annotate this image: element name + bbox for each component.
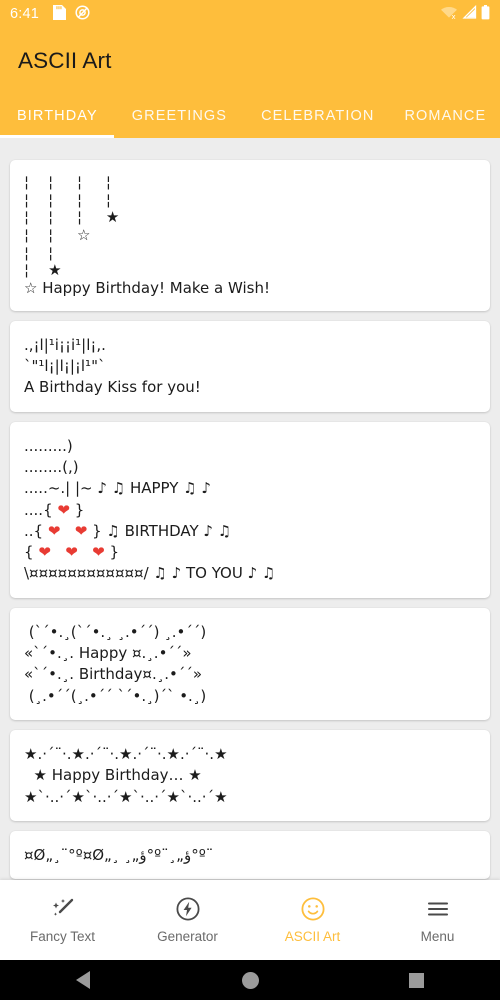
bottom-navigation: Fancy Text Generator ASCII Art Menu — [0, 880, 500, 960]
do-not-disturb-icon — [75, 5, 90, 23]
status-bar-clock: 6:41 — [10, 6, 40, 22]
ascii-art-text: ★.·´¨·.★.·´¨·.★.·´¨·.★.·´¨·.★ ★ Happy Bi… — [24, 744, 228, 806]
system-home-button[interactable] — [167, 971, 334, 989]
back-triangle-icon — [76, 971, 91, 989]
cellular-signal-icon — [462, 4, 477, 23]
svg-text:x: x — [452, 13, 456, 20]
tab-romance[interactable]: ROMANCE — [404, 108, 486, 138]
ascii-art-card-heart-cake[interactable]: .........) ........(,) .....~.| |~ ♪ ♫ H… — [10, 421, 490, 598]
ascii-art-card-birthday-kiss[interactable]: .,¡l|¹i¡¡i¹|l¡,. `"¹l¡|l¡|¡l¹"` A Birthd… — [10, 320, 490, 412]
nav-item-menu[interactable]: Menu — [375, 896, 500, 944]
nav-label: Fancy Text — [29, 929, 96, 944]
magic-wand-icon — [50, 896, 76, 922]
ascii-art-list[interactable]: ¦ ¦ ¦ ¦ ¦ ¦ ¦ ¦ ¦ ¦ ¦ ★ ¦ ¦ ☆ ¦ ¦ ¦ ★ ☆ … — [0, 152, 500, 880]
tab-bar: BIRTHDAY GREETINGS CELEBRATION ROMANCE — [0, 92, 500, 138]
home-circle-icon — [241, 971, 259, 989]
system-back-button[interactable] — [0, 971, 167, 989]
lightning-circle-icon — [175, 896, 201, 922]
ascii-art-text: .........) ........(,) .....~.| |~ ♪ ♫ H… — [24, 436, 276, 583]
recents-square-icon — [409, 972, 425, 988]
nav-label: Generator — [157, 929, 218, 944]
ascii-art-card-hanging-stars[interactable]: ¦ ¦ ¦ ¦ ¦ ¦ ¦ ¦ ¦ ¦ ¦ ★ ¦ ¦ ☆ ¦ ¦ ¦ ★ ☆ … — [10, 160, 490, 311]
tab-birthday[interactable]: BIRTHDAY — [17, 108, 98, 138]
ascii-art-text: ¤Ø„¸¨°º¤Ø„¸ ¸„ؤ°º¨¸„ؤ°º¨ — [24, 845, 214, 864]
tab-active-indicator — [0, 135, 114, 138]
nav-item-fancy-text[interactable]: Fancy Text — [0, 896, 125, 944]
ascii-art-text: ¦ ¦ ¦ ¦ ¦ ¦ ¦ ¦ ¦ ¦ ¦ ★ ¦ ¦ ☆ ¦ ¦ ¦ ★ ☆ … — [24, 173, 271, 298]
battery-icon — [481, 5, 490, 23]
tab-greetings[interactable]: GREETINGS — [132, 108, 227, 138]
smiley-face-icon — [300, 896, 326, 922]
android-system-nav — [0, 960, 500, 1000]
tab-celebration[interactable]: CELEBRATION — [261, 108, 374, 138]
nav-item-ascii-art[interactable]: ASCII Art — [250, 896, 375, 944]
system-recents-button[interactable] — [333, 972, 500, 988]
nav-label: Menu — [420, 929, 455, 944]
ascii-art-card-butterfly-frame[interactable]: (`´•.¸(`´•.¸ ¸.•´´) ¸.•´´) «`´•.¸. Happy… — [10, 607, 490, 720]
ascii-art-text: (`´•.¸(`´•.¸ ¸.•´´) ¸.•´´) «`´•.¸. Happy… — [24, 622, 207, 705]
status-bar: 6:41 x — [0, 0, 500, 28]
ascii-art-card-star-border[interactable]: ★.·´¨·.★.·´¨·.★.·´¨·.★.·´¨·.★ ★ Happy Bi… — [10, 729, 490, 821]
page-title: ASCII Art — [18, 48, 112, 73]
sd-card-icon — [53, 5, 67, 23]
hamburger-menu-icon — [425, 896, 451, 922]
app-bar: ASCII Art BIRTHDAY GREETINGS CELEBRATION… — [0, 28, 500, 138]
ascii-art-card-wave-border[interactable]: ¤Ø„¸¨°º¤Ø„¸ ¸„ؤ°º¨¸„ؤ°º¨ — [10, 830, 490, 880]
wifi-off-icon: x — [440, 5, 458, 23]
nav-label: ASCII Art — [284, 929, 341, 944]
nav-item-generator[interactable]: Generator — [125, 896, 250, 944]
ascii-art-text: .,¡l|¹i¡¡i¹|l¡,. `"¹l¡|l¡|¡l¹"` A Birthd… — [24, 335, 201, 397]
